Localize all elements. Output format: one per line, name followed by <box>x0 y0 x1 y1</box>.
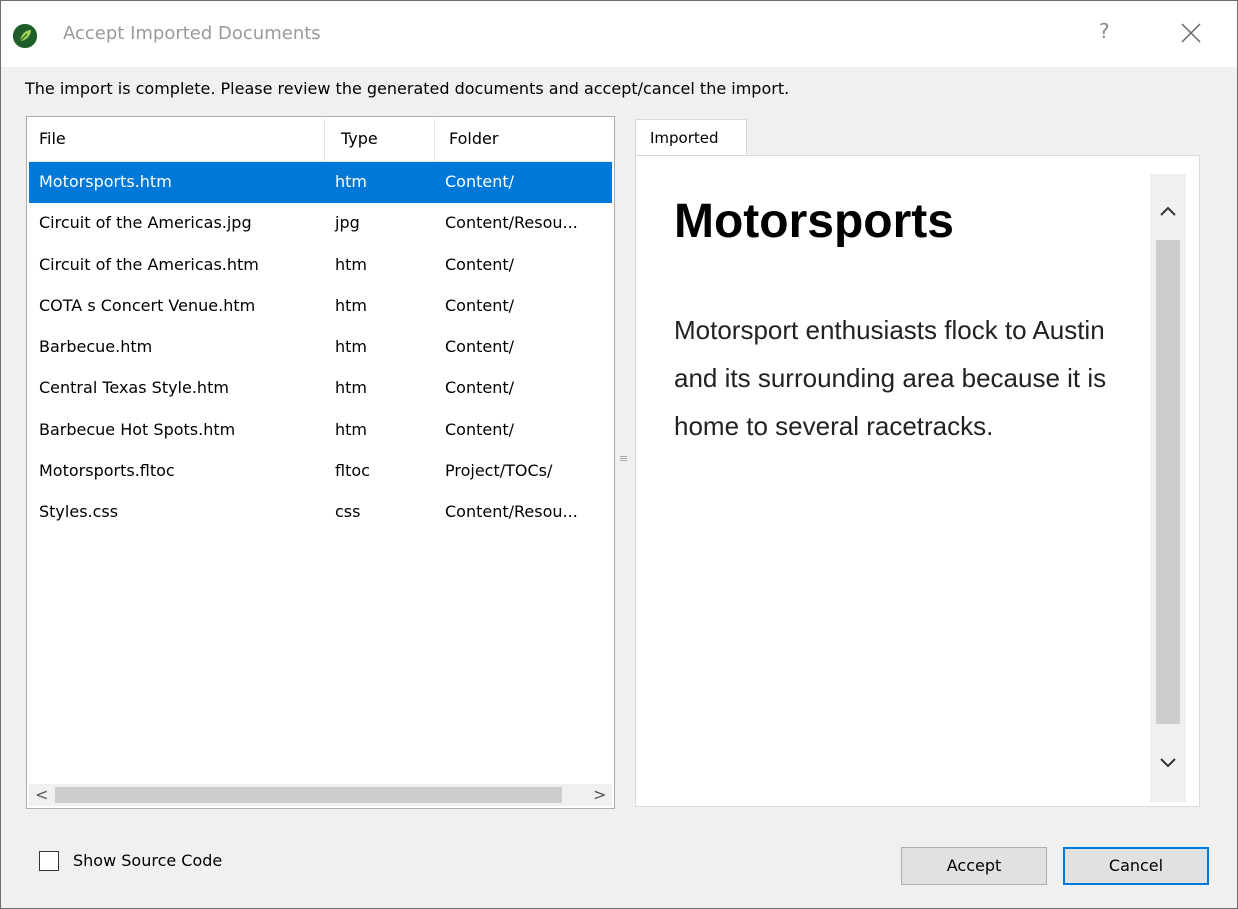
instruction-text: The import is complete. Please review th… <box>25 79 790 98</box>
file-folder-cell: Content/ <box>445 378 515 398</box>
file-list-header: File Type Folder <box>29 119 612 162</box>
table-row[interactable]: Barbecue.htm htm Content/ <box>29 327 612 368</box>
accept-imported-documents-dialog: Accept Imported Documents ? The import i… <box>0 0 1238 909</box>
file-folder-cell: Content/Resou... <box>445 213 578 233</box>
accept-button[interactable]: Accept <box>901 847 1047 885</box>
file-name-cell: Barbecue.htm <box>39 337 153 357</box>
file-name-cell: Barbecue Hot Spots.htm <box>39 419 236 439</box>
file-name-cell: Styles.css <box>39 502 119 522</box>
column-divider[interactable] <box>434 119 435 161</box>
title-bar: Accept Imported Documents ? <box>1 1 1237 67</box>
file-name-cell: Circuit of the Americas.htm <box>39 254 259 274</box>
table-row[interactable]: Circuit of the Americas.htm htm Content/ <box>29 245 612 286</box>
show-source-code-checkbox[interactable] <box>39 851 59 871</box>
vertical-scroll-thumb[interactable] <box>1156 240 1180 724</box>
file-folder-cell: Content/ <box>445 254 515 274</box>
file-name-cell: Central Texas Style.htm <box>39 378 229 398</box>
file-type-cell: jpg <box>335 213 360 233</box>
cancel-button[interactable]: Cancel <box>1063 847 1209 885</box>
file-name-cell: Circuit of the Americas.jpg <box>39 213 252 233</box>
file-folder-cell: Content/ <box>445 337 515 357</box>
table-row[interactable]: Circuit of the Americas.jpg jpg Content/… <box>29 203 612 244</box>
file-type-cell: htm <box>335 378 367 398</box>
file-folder-cell: Content/Resou... <box>445 502 578 522</box>
show-source-code-label[interactable]: Show Source Code <box>73 851 222 870</box>
file-type-cell: fltoc <box>335 461 370 481</box>
preview-heading: Motorsports <box>674 195 954 248</box>
file-folder-cell: Content/ <box>445 295 515 315</box>
file-folder-cell: Project/TOCs/ <box>445 461 553 481</box>
file-type-cell: htm <box>335 172 367 191</box>
file-name-cell: Motorsports.htm <box>39 172 172 191</box>
scroll-left-button[interactable]: < <box>35 785 48 804</box>
file-folder-cell: Content/ <box>445 172 515 191</box>
file-list[interactable]: File Type Folder Motorsports.htm htm Con… <box>26 116 615 809</box>
file-type-cell: htm <box>335 337 367 357</box>
close-icon[interactable] <box>1179 21 1203 45</box>
scroll-right-button[interactable]: > <box>593 785 606 804</box>
table-row[interactable]: Motorsports.htm htm Content/ <box>29 162 612 204</box>
file-list-rows: Motorsports.htm htm Content/ Circuit of … <box>29 162 612 534</box>
file-name-cell: COTA s Concert Venue.htm <box>39 295 256 315</box>
table-row[interactable]: Barbecue Hot Spots.htm htm Content/ <box>29 410 612 451</box>
file-name-cell: Motorsports.fltoc <box>39 461 175 481</box>
file-type-cell: css <box>335 502 361 522</box>
file-type-cell: htm <box>335 295 367 315</box>
window-title: Accept Imported Documents <box>63 23 321 44</box>
splitter-handle-icon[interactable]: ≡ <box>619 453 628 471</box>
column-header-file[interactable]: File <box>39 129 66 148</box>
file-folder-cell: Content/ <box>445 419 515 439</box>
scroll-up-icon[interactable] <box>1159 202 1177 221</box>
table-row[interactable]: Motorsports.fltoc fltoc Project/TOCs/ <box>29 451 612 492</box>
horizontal-scrollbar[interactable]: < > <box>29 784 612 806</box>
tab-imported[interactable]: Imported <box>635 119 747 156</box>
column-header-type[interactable]: Type <box>341 129 378 148</box>
help-button[interactable]: ? <box>1099 19 1110 43</box>
horizontal-scroll-thumb[interactable] <box>55 787 562 803</box>
scroll-down-icon[interactable] <box>1159 754 1177 773</box>
column-header-folder[interactable]: Folder <box>449 129 498 148</box>
table-row[interactable]: Styles.css css Content/Resou... <box>29 492 612 533</box>
tab-imported-label: Imported <box>650 129 719 147</box>
preview-paragraph: Motorsport enthusiasts flock to Austin a… <box>674 315 1107 441</box>
table-row[interactable]: Central Texas Style.htm htm Content/ <box>29 368 612 409</box>
file-type-cell: htm <box>335 419 367 439</box>
file-type-cell: htm <box>335 254 367 274</box>
app-leaf-icon <box>13 24 37 48</box>
table-row[interactable]: COTA s Concert Venue.htm htm Content/ <box>29 286 612 327</box>
preview-pane: Motorsports Motorsport enthusiasts flock… <box>635 155 1200 807</box>
column-divider[interactable] <box>324 119 325 161</box>
vertical-scrollbar[interactable] <box>1150 174 1186 802</box>
